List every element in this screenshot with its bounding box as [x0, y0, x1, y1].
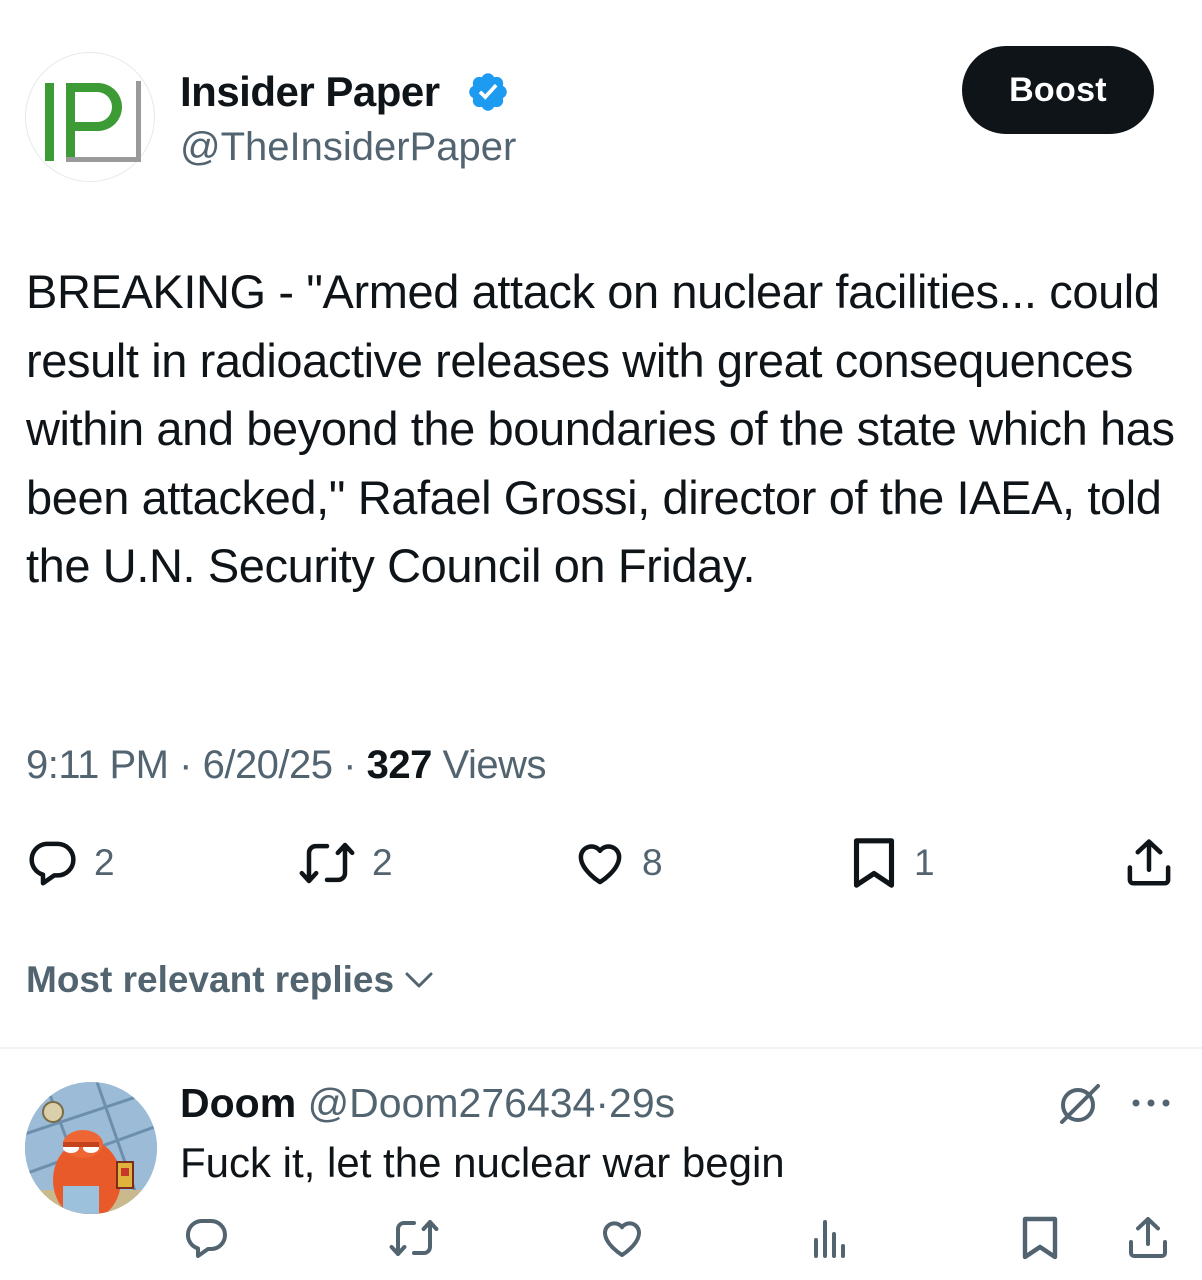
tweet-time[interactable]: 9:11 PM — [26, 743, 169, 787]
bookmark-action[interactable]: 1 — [848, 836, 935, 890]
author-avatar[interactable] — [25, 52, 155, 182]
like-action[interactable]: 8 — [572, 836, 663, 890]
reply-header: Doom @Doom276434·29s — [180, 1078, 675, 1128]
bookmark-count: 1 — [914, 842, 935, 883]
reply-views-icon[interactable] — [806, 1214, 854, 1262]
reply-count: 2 — [94, 842, 115, 883]
meta-separator: · — [343, 743, 356, 787]
author-name[interactable]: Insider Paper — [180, 68, 440, 116]
divider — [0, 1047, 1202, 1049]
reply-bookmark-icon[interactable] — [1018, 1214, 1062, 1262]
views-count[interactable]: 327 — [367, 743, 433, 787]
reply-author-handle[interactable]: @Doom276434 — [308, 1080, 596, 1126]
reply-heart-icon[interactable] — [598, 1214, 646, 1262]
reply-share-icon[interactable] — [1124, 1214, 1172, 1262]
reply-author-name[interactable]: Doom — [180, 1080, 296, 1126]
verified-badge-icon — [469, 73, 507, 111]
reply-avatar[interactable] — [25, 1082, 157, 1214]
bookmark-icon — [853, 838, 895, 888]
share-icon — [1127, 839, 1171, 886]
like-count: 8 — [642, 842, 663, 883]
tweet-detail-page: Insider Paper @TheInsiderPaper Boost BRE… — [0, 0, 1202, 1280]
reply-time[interactable]: 29s — [609, 1080, 675, 1126]
author-handle[interactable]: @TheInsiderPaper — [180, 123, 516, 171]
reply-action[interactable]: 2 — [24, 836, 115, 890]
reply-text: Fuck it, let the nuclear war begin — [180, 1139, 785, 1186]
chevron-down-icon — [405, 972, 433, 988]
repost-count: 2 — [372, 842, 393, 883]
meta-separator: · — [179, 743, 192, 787]
reply-repost-icon[interactable] — [388, 1214, 440, 1262]
views-label[interactable]: Views — [443, 743, 547, 787]
boost-button[interactable]: Boost — [962, 46, 1154, 134]
reply-reply-icon[interactable] — [182, 1214, 230, 1262]
more-options-icon[interactable] — [1128, 1090, 1174, 1116]
repost-action[interactable]: 2 — [296, 836, 393, 890]
heart-icon — [578, 844, 622, 885]
reply-icon — [29, 841, 76, 886]
repost-icon — [299, 842, 355, 884]
reply-avatar-image — [25, 1082, 157, 1214]
tweet-meta: 9:11 PM · 6/20/25 · 327 Views — [26, 740, 546, 790]
tweet-text: BREAKING - "Armed attack on nuclear faci… — [26, 265, 1175, 592]
insider-paper-logo — [45, 81, 141, 162]
replies-sort-dropdown[interactable]: Most relevant replies — [26, 956, 434, 1004]
grok-icon[interactable] — [1056, 1082, 1104, 1126]
tweet-date[interactable]: 6/20/25 — [203, 743, 333, 787]
replies-sort-label: Most relevant replies — [26, 959, 395, 1000]
share-action[interactable] — [1122, 836, 1176, 890]
reply-separator: · — [595, 1080, 610, 1126]
